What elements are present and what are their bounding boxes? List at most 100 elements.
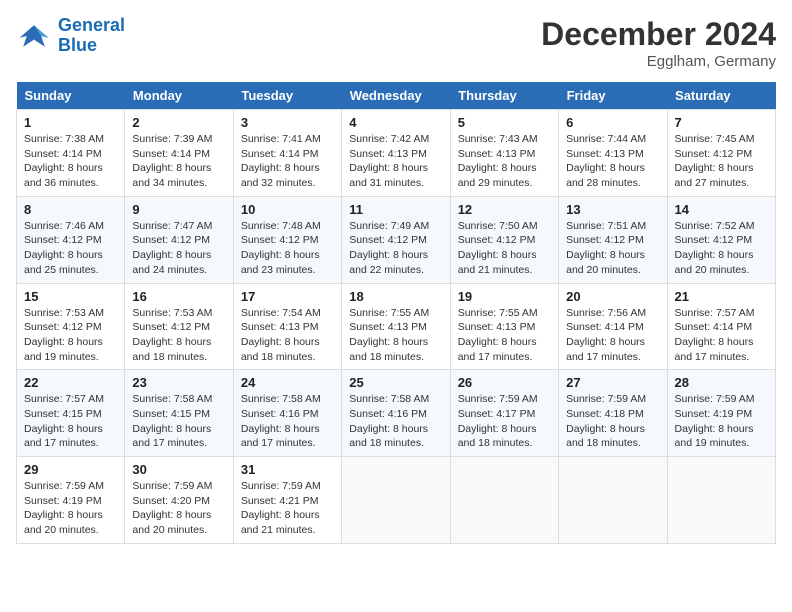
day-number: 13 (566, 202, 659, 217)
sunrise-label: Sunrise: 7:53 AM (24, 307, 104, 319)
weekday-header-saturday: Saturday (667, 82, 775, 110)
day-cell: 6 Sunrise: 7:44 AM Sunset: 4:13 PM Dayli… (559, 110, 667, 197)
day-number: 17 (241, 289, 334, 304)
day-info: Sunrise: 7:59 AM Sunset: 4:17 PM Dayligh… (458, 392, 551, 451)
daylight-label: Daylight: 8 hours and 18 minutes. (349, 336, 428, 363)
daylight-label: Daylight: 8 hours and 31 minutes. (349, 162, 428, 189)
sunset-label: Sunset: 4:14 PM (566, 321, 644, 333)
day-info: Sunrise: 7:58 AM Sunset: 4:16 PM Dayligh… (349, 392, 442, 451)
day-number: 30 (132, 462, 225, 477)
sunrise-label: Sunrise: 7:42 AM (349, 133, 429, 145)
sunrise-label: Sunrise: 7:59 AM (132, 480, 212, 492)
sunrise-label: Sunrise: 7:38 AM (24, 133, 104, 145)
sunrise-label: Sunrise: 7:55 AM (458, 307, 538, 319)
day-number: 27 (566, 375, 659, 390)
sunset-label: Sunset: 4:12 PM (675, 234, 753, 246)
sunset-label: Sunset: 4:12 PM (675, 148, 753, 160)
week-row-1: 1 Sunrise: 7:38 AM Sunset: 4:14 PM Dayli… (17, 110, 776, 197)
day-info: Sunrise: 7:48 AM Sunset: 4:12 PM Dayligh… (241, 219, 334, 278)
day-cell: 8 Sunrise: 7:46 AM Sunset: 4:12 PM Dayli… (17, 196, 125, 283)
day-cell: 18 Sunrise: 7:55 AM Sunset: 4:13 PM Dayl… (342, 283, 450, 370)
daylight-label: Daylight: 8 hours and 18 minutes. (132, 336, 211, 363)
daylight-label: Daylight: 8 hours and 22 minutes. (349, 249, 428, 276)
sunrise-label: Sunrise: 7:58 AM (349, 393, 429, 405)
day-cell: 24 Sunrise: 7:58 AM Sunset: 4:16 PM Dayl… (233, 370, 341, 457)
daylight-label: Daylight: 8 hours and 25 minutes. (24, 249, 103, 276)
daylight-label: Daylight: 8 hours and 20 minutes. (24, 509, 103, 536)
sunset-label: Sunset: 4:16 PM (349, 408, 427, 420)
day-info: Sunrise: 7:49 AM Sunset: 4:12 PM Dayligh… (349, 219, 442, 278)
sunset-label: Sunset: 4:12 PM (132, 321, 210, 333)
day-number: 20 (566, 289, 659, 304)
daylight-label: Daylight: 8 hours and 19 minutes. (675, 423, 754, 450)
day-number: 3 (241, 115, 334, 130)
weekday-header-tuesday: Tuesday (233, 82, 341, 110)
day-info: Sunrise: 7:52 AM Sunset: 4:12 PM Dayligh… (675, 219, 768, 278)
day-cell: 25 Sunrise: 7:58 AM Sunset: 4:16 PM Dayl… (342, 370, 450, 457)
sunset-label: Sunset: 4:13 PM (349, 321, 427, 333)
sunrise-label: Sunrise: 7:51 AM (566, 220, 646, 232)
day-info: Sunrise: 7:51 AM Sunset: 4:12 PM Dayligh… (566, 219, 659, 278)
sunset-label: Sunset: 4:12 PM (458, 234, 536, 246)
day-number: 6 (566, 115, 659, 130)
daylight-label: Daylight: 8 hours and 21 minutes. (458, 249, 537, 276)
day-info: Sunrise: 7:53 AM Sunset: 4:12 PM Dayligh… (24, 306, 117, 365)
sunrise-label: Sunrise: 7:56 AM (566, 307, 646, 319)
sunset-label: Sunset: 4:16 PM (241, 408, 319, 420)
day-cell: 26 Sunrise: 7:59 AM Sunset: 4:17 PM Dayl… (450, 370, 558, 457)
title-block: December 2024 Egglham, Germany (541, 16, 776, 70)
day-cell: 4 Sunrise: 7:42 AM Sunset: 4:13 PM Dayli… (342, 110, 450, 197)
day-number: 10 (241, 202, 334, 217)
page-header: General Blue December 2024 Egglham, Germ… (16, 16, 776, 70)
sunrise-label: Sunrise: 7:58 AM (132, 393, 212, 405)
sunrise-label: Sunrise: 7:43 AM (458, 133, 538, 145)
day-number: 25 (349, 375, 442, 390)
daylight-label: Daylight: 8 hours and 21 minutes. (241, 509, 320, 536)
sunset-label: Sunset: 4:12 PM (241, 234, 319, 246)
weekday-header-sunday: Sunday (17, 82, 125, 110)
day-info: Sunrise: 7:59 AM Sunset: 4:20 PM Dayligh… (132, 479, 225, 538)
sunset-label: Sunset: 4:14 PM (132, 148, 210, 160)
sunset-label: Sunset: 4:12 PM (24, 321, 102, 333)
day-cell: 7 Sunrise: 7:45 AM Sunset: 4:12 PM Dayli… (667, 110, 775, 197)
day-info: Sunrise: 7:54 AM Sunset: 4:13 PM Dayligh… (241, 306, 334, 365)
daylight-label: Daylight: 8 hours and 17 minutes. (458, 336, 537, 363)
daylight-label: Daylight: 8 hours and 23 minutes. (241, 249, 320, 276)
logo-blue: Blue (58, 35, 97, 55)
day-number: 11 (349, 202, 442, 217)
day-cell: 27 Sunrise: 7:59 AM Sunset: 4:18 PM Dayl… (559, 370, 667, 457)
daylight-label: Daylight: 8 hours and 24 minutes. (132, 249, 211, 276)
day-number: 2 (132, 115, 225, 130)
day-number: 15 (24, 289, 117, 304)
day-number: 21 (675, 289, 768, 304)
daylight-label: Daylight: 8 hours and 18 minutes. (458, 423, 537, 450)
day-info: Sunrise: 7:41 AM Sunset: 4:14 PM Dayligh… (241, 132, 334, 191)
day-number: 29 (24, 462, 117, 477)
sunset-label: Sunset: 4:12 PM (349, 234, 427, 246)
day-info: Sunrise: 7:55 AM Sunset: 4:13 PM Dayligh… (458, 306, 551, 365)
day-info: Sunrise: 7:45 AM Sunset: 4:12 PM Dayligh… (675, 132, 768, 191)
sunrise-label: Sunrise: 7:54 AM (241, 307, 321, 319)
week-row-3: 15 Sunrise: 7:53 AM Sunset: 4:12 PM Dayl… (17, 283, 776, 370)
day-info: Sunrise: 7:57 AM Sunset: 4:14 PM Dayligh… (675, 306, 768, 365)
day-cell: 5 Sunrise: 7:43 AM Sunset: 4:13 PM Dayli… (450, 110, 558, 197)
sunset-label: Sunset: 4:15 PM (24, 408, 102, 420)
day-info: Sunrise: 7:59 AM Sunset: 4:19 PM Dayligh… (24, 479, 117, 538)
sunrise-label: Sunrise: 7:58 AM (241, 393, 321, 405)
day-cell: 31 Sunrise: 7:59 AM Sunset: 4:21 PM Dayl… (233, 457, 341, 544)
day-number: 26 (458, 375, 551, 390)
day-info: Sunrise: 7:55 AM Sunset: 4:13 PM Dayligh… (349, 306, 442, 365)
sunset-label: Sunset: 4:17 PM (458, 408, 536, 420)
sunrise-label: Sunrise: 7:49 AM (349, 220, 429, 232)
sunrise-label: Sunrise: 7:59 AM (675, 393, 755, 405)
day-number: 23 (132, 375, 225, 390)
logo: General Blue (16, 16, 125, 56)
day-cell: 13 Sunrise: 7:51 AM Sunset: 4:12 PM Dayl… (559, 196, 667, 283)
week-row-4: 22 Sunrise: 7:57 AM Sunset: 4:15 PM Dayl… (17, 370, 776, 457)
sunset-label: Sunset: 4:14 PM (24, 148, 102, 160)
daylight-label: Daylight: 8 hours and 19 minutes. (24, 336, 103, 363)
day-cell: 22 Sunrise: 7:57 AM Sunset: 4:15 PM Dayl… (17, 370, 125, 457)
weekday-header-wednesday: Wednesday (342, 82, 450, 110)
sunset-label: Sunset: 4:13 PM (566, 148, 644, 160)
sunset-label: Sunset: 4:12 PM (132, 234, 210, 246)
